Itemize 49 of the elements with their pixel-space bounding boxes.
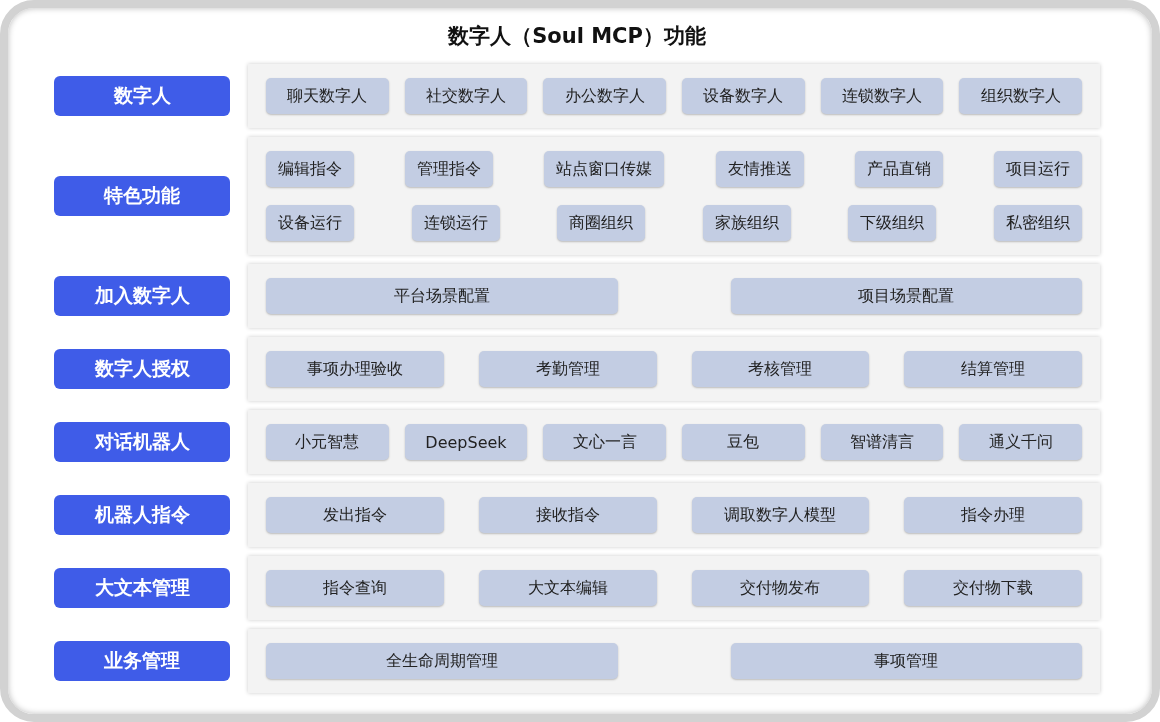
category-label: 对话机器人: [54, 422, 230, 462]
feature-chip[interactable]: 考核管理: [691, 351, 870, 387]
feature-chip[interactable]: 指令办理: [904, 497, 1082, 533]
feature-chip[interactable]: 组织数字人: [959, 78, 1082, 114]
category-label: 数字人授权: [54, 349, 230, 389]
feature-chip[interactable]: 接收指令: [478, 497, 657, 533]
feature-chip[interactable]: 友情推送: [715, 151, 804, 187]
feature-chip[interactable]: 调取数字人模型: [691, 497, 870, 533]
feature-chip[interactable]: 设备数字人: [682, 78, 805, 114]
feature-chip[interactable]: DeepSeek: [404, 424, 528, 460]
feature-chip[interactable]: 管理指令: [405, 151, 494, 187]
feature-chip[interactable]: 考勤管理: [478, 351, 657, 387]
feature-chip[interactable]: 交付物发布: [691, 570, 870, 606]
feature-chip[interactable]: 项目运行: [993, 151, 1082, 187]
feature-chip[interactable]: 私密组织: [993, 205, 1082, 241]
feature-chip[interactable]: 项目场景配置: [730, 278, 1082, 314]
feature-chip[interactable]: 通义千问: [959, 424, 1082, 460]
feature-chip[interactable]: 结算管理: [904, 351, 1082, 387]
page-title: 数字人（Soul MCP）功能: [446, 23, 707, 50]
category-label: 机器人指令: [54, 495, 230, 535]
feature-chip[interactable]: 社交数字人: [404, 78, 528, 114]
feature-chip[interactable]: 家族组织: [702, 205, 791, 241]
feature-chip[interactable]: 智谱清言: [820, 424, 944, 460]
feature-chip[interactable]: 文心一言: [543, 424, 666, 460]
feature-chip[interactable]: 大文本编辑: [478, 570, 657, 606]
feature-chip[interactable]: 交付物下载: [904, 570, 1082, 606]
feature-chip[interactable]: 豆包: [682, 424, 805, 460]
feature-chip[interactable]: 小元智慧: [266, 424, 389, 460]
feature-chip[interactable]: 连锁运行: [411, 205, 500, 241]
category-label: 数字人: [54, 76, 230, 116]
feature-chip[interactable]: 编辑指令: [266, 151, 354, 187]
feature-chip[interactable]: 发出指令: [266, 497, 444, 533]
feature-chip[interactable]: 产品直销: [854, 151, 943, 187]
feature-chip[interactable]: 事项管理: [730, 643, 1082, 679]
feature-chip[interactable]: 全生命周期管理: [266, 643, 618, 679]
feature-chip[interactable]: 指令查询: [266, 570, 444, 606]
feature-chip[interactable]: 连锁数字人: [820, 78, 944, 114]
feature-chip[interactable]: 商圈组织: [557, 205, 646, 241]
feature-chip[interactable]: 平台场景配置: [266, 278, 618, 314]
category-label: 大文本管理: [54, 568, 230, 608]
category-label: 加入数字人: [54, 276, 230, 316]
feature-chip[interactable]: 办公数字人: [543, 78, 666, 114]
feature-chip[interactable]: 站点窗口传媒: [544, 151, 665, 187]
feature-chip[interactable]: 下级组织: [848, 205, 937, 241]
feature-chip[interactable]: 事项办理验收: [266, 351, 444, 387]
feature-chip[interactable]: 设备运行: [266, 205, 354, 241]
category-label: 业务管理: [54, 641, 230, 681]
feature-chip[interactable]: 聊天数字人: [266, 78, 389, 114]
category-label: 特色功能: [54, 176, 230, 216]
